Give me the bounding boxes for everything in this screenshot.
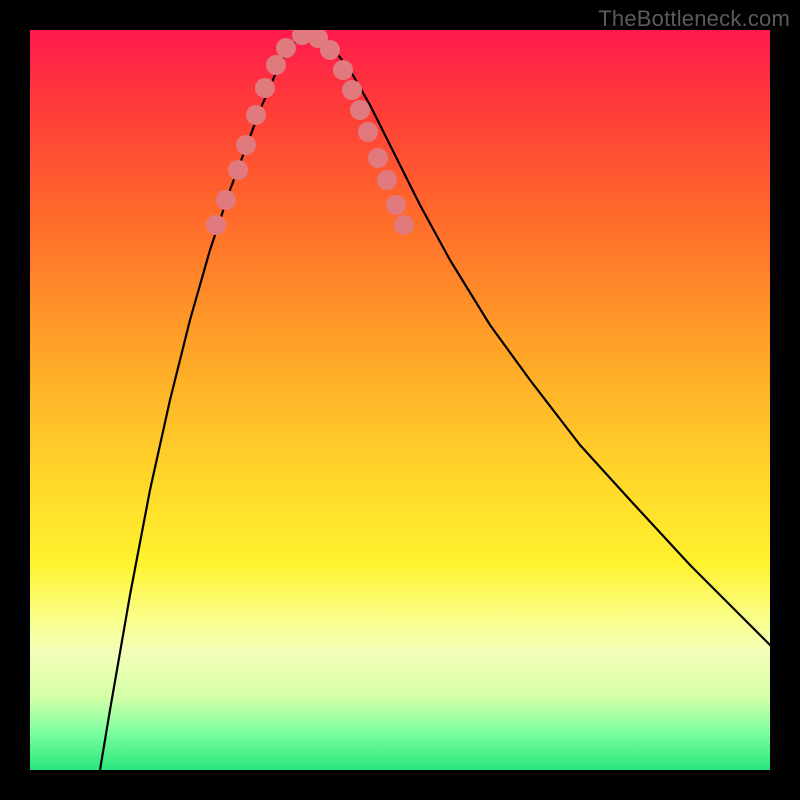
curve-path [100, 35, 770, 770]
marker-dot [266, 55, 286, 75]
marker-dot [236, 135, 256, 155]
marker-dot [320, 40, 340, 60]
marker-dot [255, 78, 275, 98]
marker-dot [358, 122, 378, 142]
marker-dot [276, 38, 296, 58]
chart-svg [30, 30, 770, 770]
watermark-text: TheBottleneck.com [598, 6, 790, 32]
marker-dot [246, 105, 266, 125]
marker-dot [228, 160, 248, 180]
marker-dot [350, 100, 370, 120]
plot-area [30, 30, 770, 770]
marker-dot [333, 60, 353, 80]
marker-dot [206, 215, 226, 235]
marker-dot [368, 148, 388, 168]
marker-dot [394, 215, 414, 235]
marker-dot [386, 195, 406, 215]
marker-dot [216, 190, 236, 210]
marker-dot [377, 170, 397, 190]
marker-dot [342, 80, 362, 100]
outer-frame: TheBottleneck.com [0, 0, 800, 800]
